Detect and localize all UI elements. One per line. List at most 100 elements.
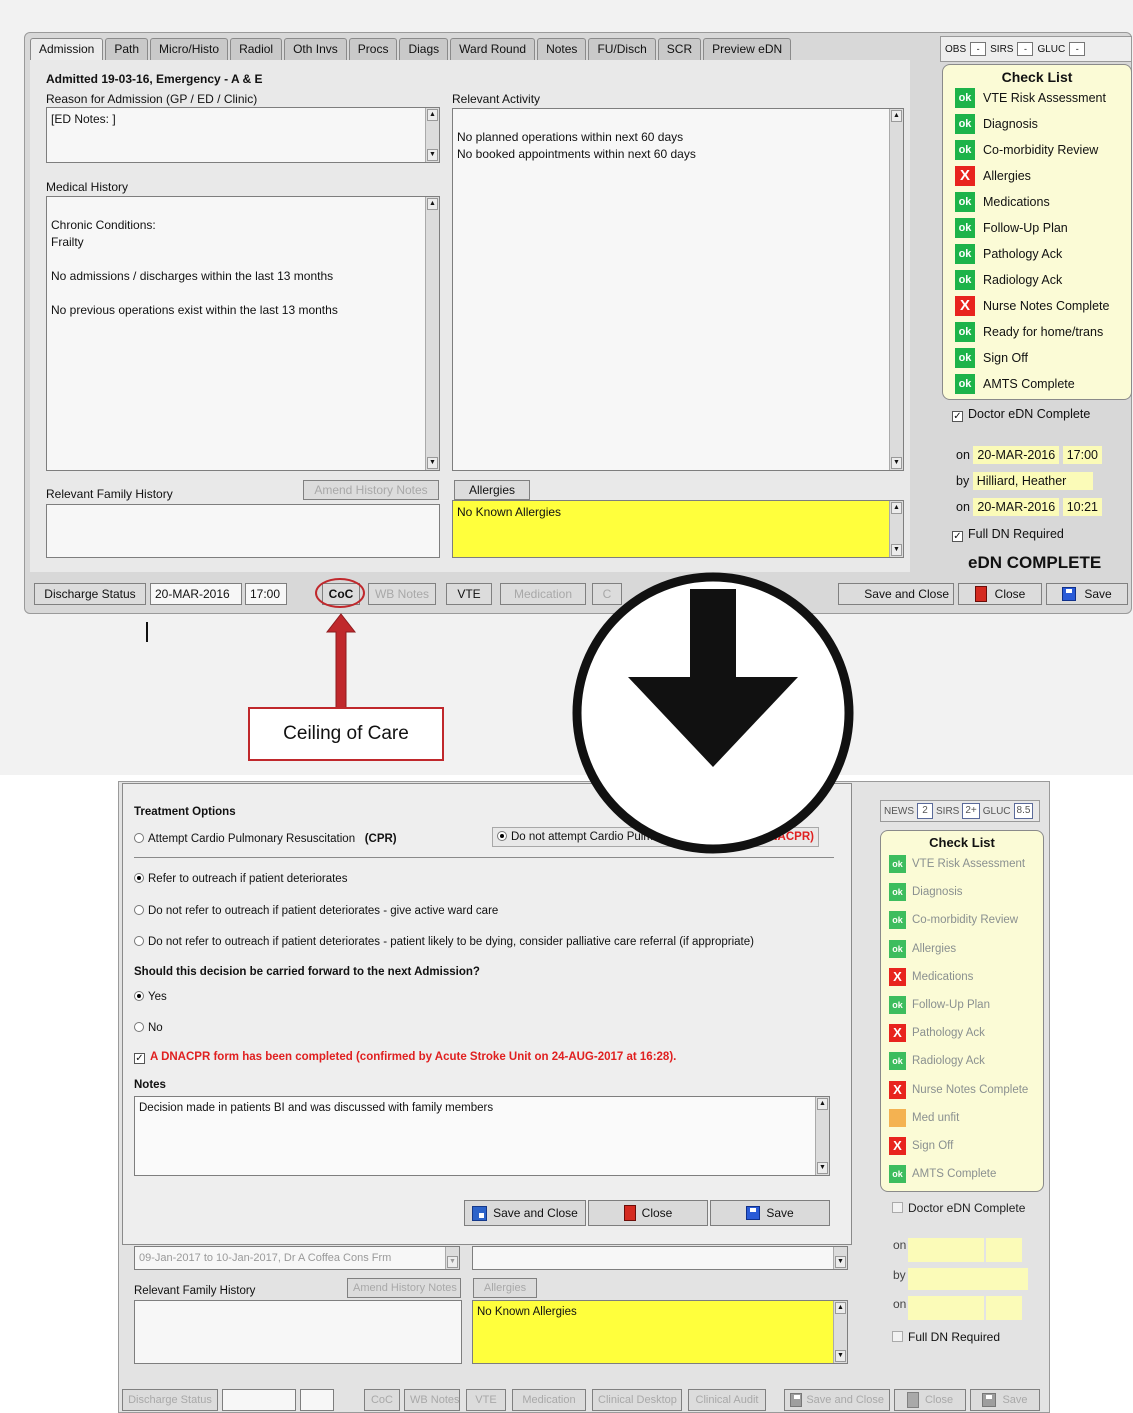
scroll-up-icon[interactable]: ▲ bbox=[835, 1302, 846, 1314]
amend-history-notes-button-bottom[interactable]: Amend History Notes bbox=[347, 1278, 461, 1298]
sirs-dropdown[interactable]: - bbox=[1017, 42, 1034, 56]
checkbox-empty-icon[interactable] bbox=[892, 1331, 903, 1342]
amend-history-notes-button[interactable]: Amend History Notes bbox=[303, 480, 439, 500]
scroll-up-icon[interactable]: ▲ bbox=[817, 1098, 828, 1110]
discharge-status-button-bottom[interactable]: Discharge Status bbox=[122, 1389, 218, 1411]
checklist-item[interactable]: ok Co-morbidity Review bbox=[881, 906, 1043, 934]
checklist-item[interactable]: ok Pathology Ack bbox=[943, 241, 1131, 267]
allergies-button-bottom[interactable]: Allergies bbox=[473, 1278, 537, 1298]
tab-procs[interactable]: Procs bbox=[348, 38, 398, 60]
scroll-down-icon[interactable]: ▼ bbox=[891, 544, 902, 556]
coc-button-bottom[interactable]: CoC bbox=[364, 1389, 400, 1411]
scroll-up-icon[interactable]: ▲ bbox=[891, 110, 902, 122]
carry-forward-no[interactable]: No bbox=[134, 1022, 163, 1034]
checklist-item[interactable]: ok Follow-Up Plan bbox=[881, 991, 1043, 1019]
discharge-time-field-bottom[interactable] bbox=[300, 1389, 334, 1411]
scroll-down-icon[interactable]: ▼ bbox=[891, 457, 902, 469]
wb-notes-button-bottom[interactable]: WB Notes bbox=[404, 1389, 460, 1411]
checklist-item[interactable]: ok AMTS Complete bbox=[881, 1160, 1043, 1188]
tab-path[interactable]: Path bbox=[105, 38, 149, 60]
save-and-close-button-bottom[interactable]: Save and Close bbox=[784, 1389, 890, 1411]
save-button-bottom[interactable]: Save bbox=[970, 1389, 1040, 1411]
tab-oth-invs[interactable]: Oth Invs bbox=[284, 38, 347, 60]
checklist-item[interactable]: ok Radiology Ack bbox=[943, 267, 1131, 293]
radio-selected-icon[interactable] bbox=[134, 873, 144, 883]
tab-admission[interactable]: Admission bbox=[30, 38, 104, 60]
full-dn-required-bottom[interactable]: Full DN Required bbox=[892, 1330, 1000, 1344]
save-button[interactable]: Save bbox=[1046, 583, 1128, 605]
allergies-scrollbar[interactable]: ▲ ▼ bbox=[889, 501, 903, 557]
medical-history-field[interactable]: Chronic Conditions: Frailty No admission… bbox=[46, 196, 440, 471]
medication-button-bottom[interactable]: Medication bbox=[512, 1389, 586, 1411]
checkbox-checked-icon[interactable]: ✓ bbox=[952, 411, 963, 422]
vte-button-bottom[interactable]: VTE bbox=[466, 1389, 506, 1411]
reason-field[interactable]: [ED Notes: ] ▲ ▼ bbox=[46, 107, 440, 163]
discharge-date-field[interactable]: 20-MAR-2016 bbox=[150, 583, 242, 605]
notes-scrollbar[interactable]: ▲ ▼ bbox=[815, 1097, 829, 1175]
tab-radiol[interactable]: Radiol bbox=[230, 38, 283, 60]
allergies-field[interactable]: No Known Allergies ▲ ▼ bbox=[452, 500, 904, 558]
tab-preview-edn[interactable]: Preview eDN bbox=[703, 38, 792, 60]
allergies-field-bottom[interactable]: No Known Allergies ▲ ▼ bbox=[472, 1300, 848, 1364]
tab-fu-disch[interactable]: FU/Disch bbox=[588, 38, 656, 60]
radio-empty-icon[interactable] bbox=[134, 833, 144, 843]
vte-button[interactable]: VTE bbox=[446, 583, 492, 605]
tab-micro-histo[interactable]: Micro/Histo bbox=[150, 38, 229, 60]
checklist-item[interactable]: X Nurse Notes Complete bbox=[943, 293, 1131, 319]
checklist-item[interactable]: X Sign Off bbox=[881, 1132, 1043, 1160]
relevant-activity-field[interactable]: No planned operations within next 60 day… bbox=[452, 108, 904, 471]
checklist-item[interactable]: ok AMTS Complete bbox=[943, 371, 1131, 397]
family-history-field-bottom[interactable] bbox=[134, 1300, 462, 1364]
dialog-close-button[interactable]: Close bbox=[588, 1200, 708, 1226]
radio-selected-icon[interactable] bbox=[497, 831, 507, 841]
checklist-item[interactable]: ok Ready for home/trans bbox=[943, 319, 1131, 345]
checklist-item[interactable]: X Medications bbox=[881, 963, 1043, 991]
checkbox-checked-icon[interactable]: ✓ bbox=[952, 531, 963, 542]
outreach-option-1[interactable]: Refer to outreach if patient deteriorate… bbox=[134, 873, 347, 885]
tab-scr[interactable]: SCR bbox=[657, 38, 702, 60]
dialog-save-button[interactable]: Save bbox=[710, 1200, 830, 1226]
checklist-item[interactable]: ok Diagnosis bbox=[943, 111, 1131, 137]
dialog-save-and-close-button[interactable]: Save and Close bbox=[464, 1200, 586, 1226]
gluc-dropdown[interactable]: - bbox=[1069, 42, 1086, 56]
doctor-edn-complete-bottom[interactable]: Doctor eDN Complete bbox=[892, 1201, 1025, 1215]
checkbox-empty-icon[interactable] bbox=[892, 1202, 903, 1213]
cpr-option[interactable]: Attempt Cardio Pulmonary Resuscitation (… bbox=[134, 833, 397, 845]
checklist-item[interactable]: X Allergies bbox=[943, 163, 1131, 189]
radio-empty-icon[interactable] bbox=[134, 936, 144, 946]
scroll-down-icon[interactable]: ▼ bbox=[427, 457, 438, 469]
wb-notes-button[interactable]: WB Notes bbox=[368, 583, 436, 605]
scroll-up-icon[interactable]: ▲ bbox=[427, 198, 438, 210]
checklist-item[interactable]: ok Co-morbidity Review bbox=[943, 137, 1131, 163]
scroll-down-icon[interactable]: ▼ bbox=[427, 149, 438, 161]
checklist-item[interactable]: ok VTE Risk Assessment bbox=[943, 85, 1131, 111]
activity-scrollbar[interactable]: ▲ ▼ bbox=[889, 109, 903, 470]
reason-scrollbar[interactable]: ▲ ▼ bbox=[425, 108, 439, 162]
tab-notes[interactable]: Notes bbox=[537, 38, 587, 60]
tab-diags[interactable]: Diags bbox=[399, 38, 449, 60]
radio-selected-icon[interactable] bbox=[134, 991, 144, 1001]
scroll-up-icon[interactable]: ▲ bbox=[891, 502, 902, 514]
radio-empty-icon[interactable] bbox=[134, 1022, 144, 1032]
checkbox-checked-icon[interactable]: ✓ bbox=[134, 1053, 145, 1064]
carry-forward-yes[interactable]: Yes bbox=[134, 991, 167, 1003]
checklist-item[interactable]: X Nurse Notes Complete bbox=[881, 1076, 1043, 1104]
history-scrollbar[interactable]: ▲ ▼ bbox=[425, 197, 439, 470]
discharge-date-field-bottom[interactable] bbox=[222, 1389, 296, 1411]
scroll-down-icon[interactable]: ▼ bbox=[817, 1162, 828, 1174]
allergies-scrollbar-bottom[interactable]: ▲ ▼ bbox=[833, 1301, 847, 1363]
checklist-item[interactable]: ok Follow-Up Plan bbox=[943, 215, 1131, 241]
checklist-item[interactable]: ok Sign Off bbox=[943, 345, 1131, 371]
allergies-button[interactable]: Allergies bbox=[454, 480, 530, 500]
scroll-up-icon[interactable]: ▲ bbox=[427, 109, 438, 121]
dnacpr-form-checkbox[interactable]: ✓ A DNACPR form has been completed (confi… bbox=[134, 1051, 676, 1064]
checklist-item[interactable]: ok Diagnosis bbox=[881, 878, 1043, 906]
clinical-desktop-button[interactable]: Clinical Desktop bbox=[592, 1389, 682, 1411]
discharge-time-field[interactable]: 17:00 bbox=[245, 583, 287, 605]
checklist-item[interactable]: Med unfit bbox=[881, 1104, 1043, 1132]
tab-ward-round[interactable]: Ward Round bbox=[450, 38, 536, 60]
discharge-status-button[interactable]: Discharge Status bbox=[34, 583, 146, 605]
radio-empty-icon[interactable] bbox=[134, 905, 144, 915]
clinical-audit-button[interactable]: Clinical Audit bbox=[688, 1389, 766, 1411]
obs-dropdown[interactable]: - bbox=[970, 42, 987, 56]
